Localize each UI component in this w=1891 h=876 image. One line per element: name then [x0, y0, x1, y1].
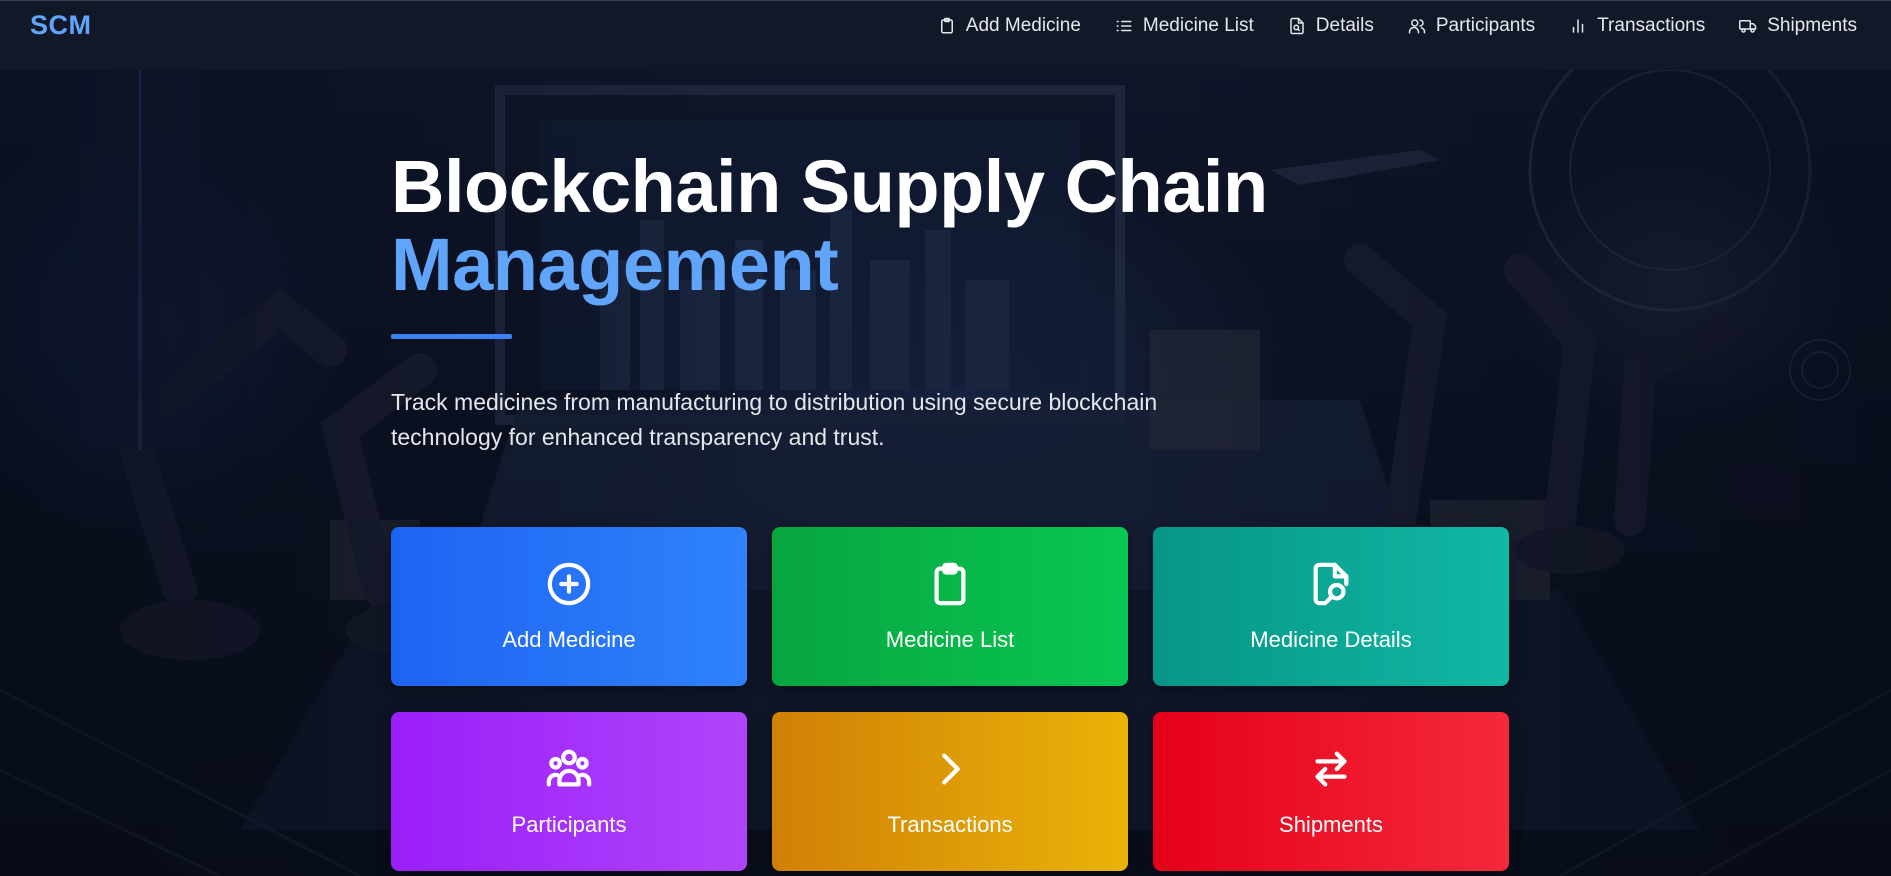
plus-circle-icon	[547, 562, 591, 606]
brand-logo[interactable]: SCM	[30, 10, 92, 41]
nav-item-label: Add Medicine	[965, 15, 1081, 36]
title-underline	[391, 334, 512, 339]
card-shipments[interactable]: Shipments	[1153, 712, 1509, 871]
arrows-exchange-icon	[1315, 751, 1347, 787]
list-icon	[1116, 20, 1132, 32]
card-label: Participants	[511, 812, 627, 837]
nav-item-medicine-list[interactable]: Medicine List	[1115, 15, 1254, 37]
clipboard-icon	[940, 17, 953, 34]
page-title-line-2: Management	[391, 223, 839, 306]
card-label: Shipments	[1279, 812, 1383, 837]
page-title-line-1: Blockchain Supply Chain	[391, 145, 1268, 228]
users-icon	[546, 749, 592, 787]
nav-item-shipments[interactable]: Shipments	[1739, 15, 1857, 37]
users-icon	[1408, 19, 1426, 34]
nav-item-participants[interactable]: Participants	[1408, 15, 1535, 37]
chevron-right-icon	[942, 753, 960, 785]
file-search-icon	[1290, 17, 1304, 35]
card-add-medicine[interactable]: Add Medicine	[391, 527, 747, 686]
hero-section: Blockchain Supply Chain Management Track…	[391, 148, 1511, 455]
card-medicine-list[interactable]: Medicine List	[772, 527, 1128, 686]
nav-item-label: Transactions	[1597, 15, 1706, 36]
top-navbar: SCM Add Medicine Medicine List Details P…	[0, 0, 1891, 70]
nav-item-add-medicine[interactable]: Add Medicine	[938, 15, 1081, 37]
card-transactions[interactable]: Transactions	[772, 712, 1128, 871]
nav-item-label: Details	[1315, 15, 1374, 36]
hero-subtitle: Track medicines from manufacturing to di…	[391, 389, 1158, 450]
nav-item-transactions[interactable]: Transactions	[1569, 15, 1705, 37]
clipboard-icon	[934, 562, 966, 606]
card-label: Medicine List	[885, 627, 1015, 652]
page-title: Blockchain Supply Chain Management	[391, 148, 1511, 304]
nav-item-details[interactable]: Details	[1288, 15, 1374, 37]
truck-icon	[1739, 20, 1757, 33]
nav-item-label: Shipments	[1767, 15, 1857, 36]
card-label: Add Medicine	[502, 627, 636, 652]
card-label: Transactions	[887, 812, 1013, 837]
card-participants[interactable]: Participants	[391, 712, 747, 871]
nav-item-label: Participants	[1435, 15, 1536, 36]
card-label: Medicine Details	[1250, 627, 1412, 652]
file-search-icon	[1313, 562, 1349, 606]
bar-chart-icon	[1572, 19, 1584, 33]
nav-item-label: Medicine List	[1142, 15, 1254, 36]
card-medicine-details[interactable]: Medicine Details	[1153, 527, 1509, 686]
feature-cards-grid: Add Medicine Medicine List Medicine Deta…	[391, 527, 1509, 871]
nav-links: Add Medicine Medicine List Details Parti…	[938, 15, 1857, 37]
